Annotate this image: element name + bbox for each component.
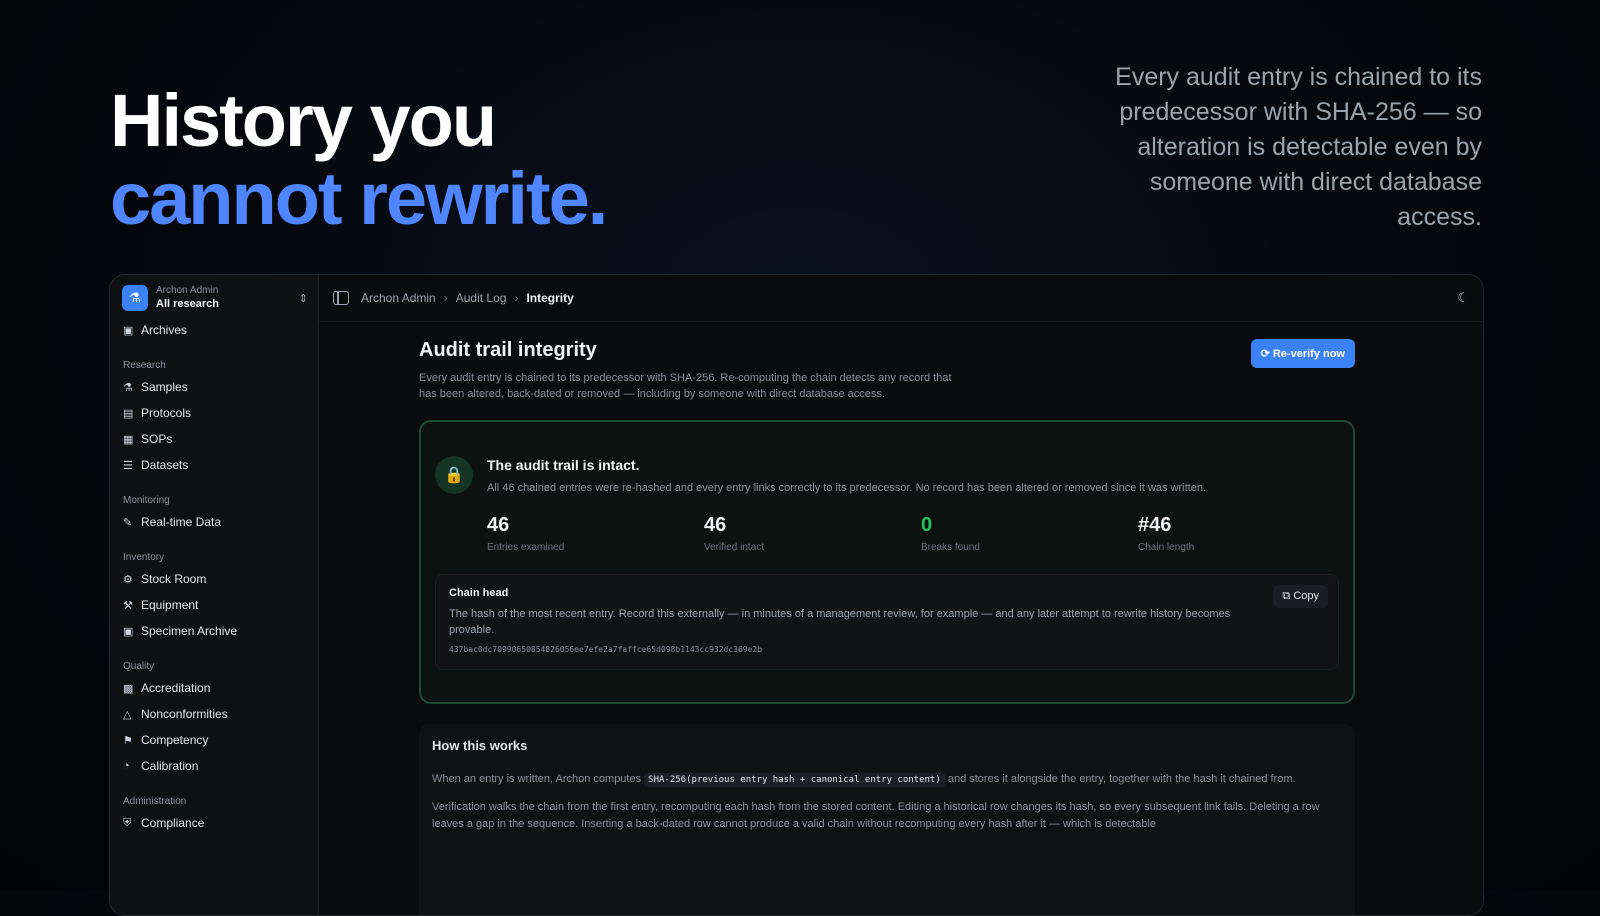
database-icon: ☰	[123, 459, 133, 472]
moon-icon[interactable]: ☾	[1457, 290, 1469, 306]
clipboard-icon: ▤	[123, 407, 134, 420]
how-paragraph-1: When an entry is written, Archon compute…	[432, 773, 1296, 787]
sidebar-item-calibration[interactable]: ◔ Calibration	[110, 753, 318, 779]
hero-title-line1: History you	[110, 79, 497, 162]
sidebar-item-specimen-archive[interactable]: ▣ Specimen Archive	[110, 618, 318, 644]
archive-icon: ▣	[123, 625, 134, 638]
status-description: All 46 chained entries were re-hashed an…	[487, 482, 1207, 494]
workspace-switcher[interactable]: ⚗ Archon Admin All research ⇕	[110, 275, 318, 313]
page-title: Audit trail integrity	[419, 339, 597, 361]
sidebar-item-label: Calibration	[141, 759, 199, 773]
sidebar-sections: Research ⚗ Samples ▤ Protocols ▦ SOPs ☰ Datasets…	[110, 357, 318, 836]
chain-head-panel: Chain head The hash of the most recent e…	[435, 574, 1339, 670]
sidebar-item-label: Specimen Archive	[141, 624, 238, 638]
sidebar-item-competency[interactable]: ⚑ Competency	[110, 727, 318, 753]
box-icon: ⚙	[123, 573, 133, 586]
sidebar-item-archives[interactable]: ▣ Archives	[110, 317, 318, 343]
badge-icon: ▩	[123, 682, 134, 695]
chain-head-description: The hash of the most recent entry. Recor…	[449, 608, 1231, 636]
topbar: Archon Admin › Audit Log › Integrity ☾	[319, 275, 1483, 322]
stat-entries-examined: 46 Entries examined	[487, 514, 565, 553]
sidebar-item-label: Datasets	[141, 458, 189, 472]
stat-breaks-found: 0 Breaks found	[921, 514, 980, 553]
hero-title: History you cannot rewrite.	[110, 79, 608, 240]
document-icon: ▦	[123, 433, 134, 446]
page-content: Audit trail integrity Every audit entry …	[419, 339, 1355, 915]
how-it-works-panel: How this works When an entry is written,…	[419, 724, 1355, 915]
sidebar-item-label: Protocols	[141, 406, 192, 420]
hash-formula-code: SHA-256(previous entry hash + canonical …	[644, 773, 945, 787]
sidebar-item-label: Competency	[141, 733, 209, 747]
sidebar-item-accreditation[interactable]: ▩ Accreditation	[110, 675, 318, 701]
archive-icon: ▣	[123, 324, 134, 337]
sidebar-item-nonconformities[interactable]: △ Nonconformities	[110, 701, 318, 727]
refresh-icon: ⟳	[1260, 348, 1270, 360]
how-paragraph-2: Verification walks the chain from the fi…	[432, 801, 1320, 830]
gauge-icon: ◔	[123, 760, 130, 772]
chevron-right-icon: ›	[443, 291, 448, 305]
how-title: How this works	[432, 738, 528, 753]
copy-button[interactable]: ⧉ Copy	[1273, 585, 1328, 608]
sidebar-item-sops[interactable]: ▦ SOPs	[110, 426, 318, 452]
hero-title-line2: cannot rewrite.	[110, 157, 608, 240]
workspace-selected: All research	[156, 298, 219, 310]
sidebar-item-datasets[interactable]: ☰ Datasets	[110, 452, 318, 478]
breadcrumb-item[interactable]: Archon Admin	[361, 291, 436, 305]
sidebar-item-label: Archives	[141, 323, 188, 337]
cap-icon: ⚑	[123, 734, 133, 747]
chevron-right-icon: ›	[514, 291, 519, 305]
stat-chain-length: #46 Chain length	[1138, 514, 1195, 553]
workspace-name: Archon Admin	[156, 285, 219, 296]
page-header: Audit trail integrity Every audit entry …	[419, 339, 1355, 402]
sidebar-item-equipment[interactable]: ⚒ Equipment	[110, 592, 318, 618]
sidebar-item-label: Nonconformities	[141, 707, 228, 721]
chain-head-title: Chain head	[449, 587, 509, 599]
breadcrumb-current: Integrity	[526, 291, 574, 305]
page-description: Every audit entry is chained to its pred…	[419, 372, 952, 400]
shield-icon: ⛨	[123, 816, 132, 829]
sidebar-item-label: Compliance	[141, 816, 205, 830]
sidebar-section-title: Monitoring	[123, 495, 170, 506]
sidebar-section-title: Research	[123, 360, 166, 371]
sidebar-section-title: Quality	[123, 661, 155, 672]
sidebar-item-samples[interactable]: ⚗ Samples	[110, 374, 318, 400]
warning-icon: △	[123, 708, 132, 721]
sidebar-item-label: Accreditation	[141, 681, 211, 695]
chevron-updown-icon[interactable]: ⇕	[299, 292, 308, 305]
hero-subtitle: Every audit entry is chained to its pred…	[1115, 63, 1482, 231]
main-panel: Archon Admin › Audit Log › Integrity ☾ A…	[319, 275, 1483, 915]
pencil-icon: ✎	[123, 516, 133, 529]
sidebar-item-label: Stock Room	[141, 572, 207, 586]
reverify-button[interactable]: ⟳ Re-verify now	[1250, 339, 1355, 368]
wrench-icon: ⚒	[123, 599, 133, 612]
sidebar-toggle-icon[interactable]	[333, 291, 349, 305]
integrity-status-card: 🔒 The audit trail is intact. All 46 chai…	[419, 420, 1355, 704]
lock-icon: 🔒	[435, 456, 473, 494]
flask-icon: ⚗	[122, 285, 148, 311]
status-title: The audit trail is intact.	[487, 457, 640, 473]
stats-row: 46 Entries examined 46 Verified intact 0…	[487, 514, 1355, 553]
chain-head-hash: 437bac0dc70990650854826056ee7efe2a7faffc…	[449, 645, 763, 654]
sidebar-section-title: Administration	[123, 796, 187, 807]
sidebar: ⚗ Archon Admin All research ⇕ ▣ Archives…	[110, 275, 319, 915]
copy-icon: ⧉	[1282, 590, 1291, 602]
sidebar-item-compliance[interactable]: ⛨ Compliance	[110, 810, 318, 836]
stat-verified-intact: 46 Verified intact	[704, 514, 765, 553]
sidebar-item-label: SOPs	[141, 432, 173, 446]
sidebar-item-stock-room[interactable]: ⚙ Stock Room	[110, 566, 318, 592]
sidebar-item-real-time-data[interactable]: ✎ Real-time Data	[110, 509, 318, 535]
sidebar-item-label: Equipment	[141, 598, 199, 612]
app-window: ⚗ Archon Admin All research ⇕ ▣ Archives…	[109, 274, 1484, 916]
sidebar-item-label: Real-time Data	[141, 515, 222, 529]
breadcrumb-item[interactable]: Audit Log	[456, 291, 507, 305]
sidebar-item-label: Samples	[141, 380, 188, 394]
sidebar-item-protocols[interactable]: ▤ Protocols	[110, 400, 318, 426]
sidebar-section-title: Inventory	[123, 552, 165, 563]
flask-icon: ⚗	[123, 381, 133, 394]
